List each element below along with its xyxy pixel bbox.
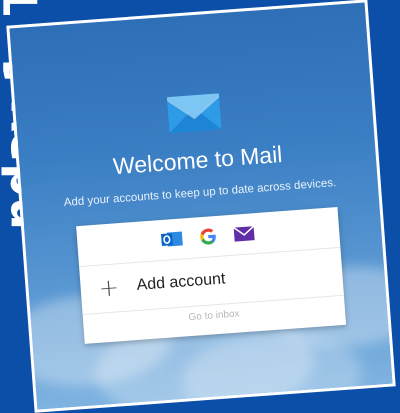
mail-welcome-screen: Welcome to Mail Add your accounts to kee… xyxy=(6,0,396,413)
yahoo-mail-icon xyxy=(232,223,255,245)
plus-icon: + xyxy=(97,273,120,303)
account-panel: + Add account Go to inbox xyxy=(76,207,347,344)
google-icon xyxy=(197,226,220,248)
add-account-label: Add account xyxy=(136,270,226,294)
mail-app-icon xyxy=(166,93,222,134)
outlook-icon xyxy=(160,228,184,250)
